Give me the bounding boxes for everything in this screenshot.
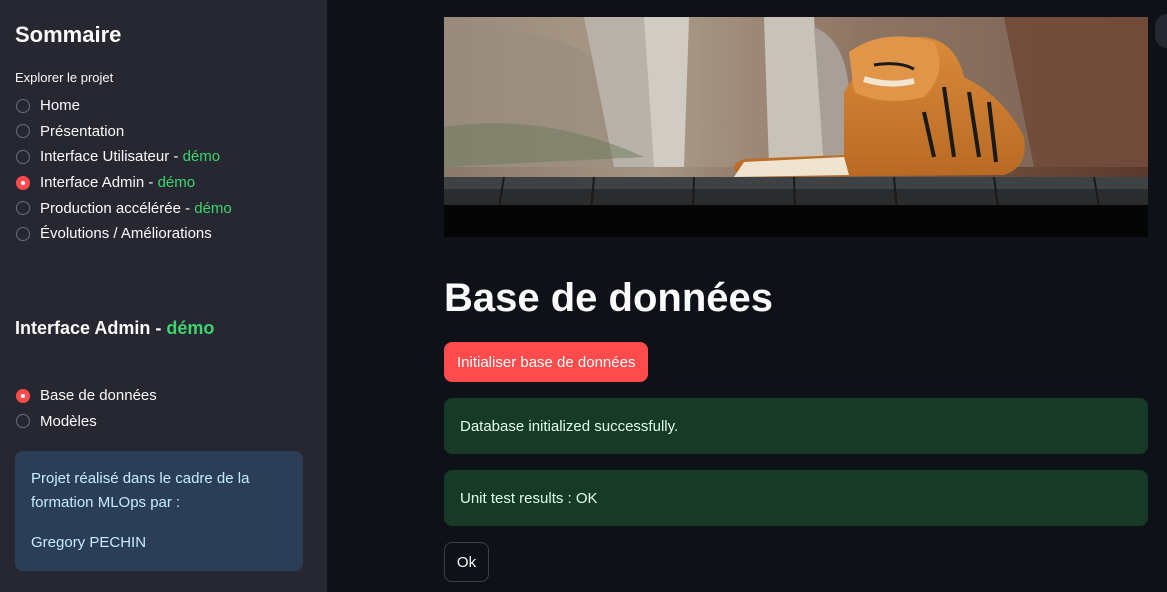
radio-icon xyxy=(16,201,30,216)
tiger-banner-image xyxy=(444,17,1148,237)
ok-button[interactable]: Ok xyxy=(444,542,489,582)
nav-item-label: Présentation xyxy=(40,122,125,140)
demo-tag: démo xyxy=(182,148,221,166)
nav-item-presentation[interactable]: Présentation xyxy=(15,119,312,145)
info-text: Projet réalisé dans le cadre de la forma… xyxy=(31,470,250,511)
init-database-button[interactable]: Initialiser base de données xyxy=(444,342,649,382)
radio-icon xyxy=(16,149,30,164)
nav-item-interface-utilisateur[interactable]: Interface Utilisateur - démo xyxy=(15,144,312,170)
nav-item-home[interactable]: Home xyxy=(15,93,312,119)
nav-item-label: Production accélérée - démo xyxy=(40,199,232,217)
sub-item-modeles[interactable]: Modèles xyxy=(15,409,157,435)
nav-radio-group: Home Présentation Interface Utilisateur … xyxy=(15,93,312,247)
sub-item-label: Base de données xyxy=(40,387,157,405)
nav-item-label: Interface Admin - démo xyxy=(40,174,196,192)
section-title: Interface Admin - démo xyxy=(15,318,215,338)
nav-item-interface-admin[interactable]: Interface Admin - démo xyxy=(15,170,312,196)
nav-item-label: Home xyxy=(40,97,81,115)
alert-text: Database initialized successfully. xyxy=(460,417,679,435)
page-title: Base de données xyxy=(444,276,774,320)
sub-item-label: Modèles xyxy=(40,412,97,430)
radio-selected-icon xyxy=(16,388,30,403)
radio-icon xyxy=(16,226,30,241)
demo-tag: démo xyxy=(157,174,196,192)
nav-item-label: Interface Utilisateur - démo xyxy=(40,148,221,166)
sub-radio-group: Base de données Modèles xyxy=(15,383,157,434)
nav-item-production-acceleree[interactable]: Production accélérée - démo xyxy=(15,195,312,221)
sidebar-title: Sommaire xyxy=(15,22,122,47)
radio-icon xyxy=(16,124,30,139)
info-author: Gregory PECHIN xyxy=(31,534,147,551)
sidebar: Sommaire Explorer le projet Home Présent… xyxy=(0,0,327,592)
success-alert: Database initialized successfully. xyxy=(444,398,1148,454)
success-alert: Unit test results : OK xyxy=(444,470,1148,526)
demo-tag: démo xyxy=(194,199,232,217)
app: Sommaire Explorer le projet Home Présent… xyxy=(0,0,1167,592)
nav-caption: Explorer le projet xyxy=(15,70,114,85)
radio-icon xyxy=(16,414,30,429)
radio-selected-icon xyxy=(16,175,30,190)
sub-item-base-de-donnees[interactable]: Base de données xyxy=(15,383,157,409)
info-box: Projet réalisé dans le cadre de la forma… xyxy=(15,451,303,571)
radio-icon xyxy=(16,98,30,113)
sidebar-toggle-icon[interactable] xyxy=(1155,14,1167,48)
demo-tag: démo xyxy=(166,318,215,338)
alert-text: Unit test results : OK xyxy=(460,489,598,507)
nav-item-evolutions[interactable]: Évolutions / Améliorations xyxy=(15,221,312,247)
nav-item-label: Évolutions / Améliorations xyxy=(40,225,212,243)
